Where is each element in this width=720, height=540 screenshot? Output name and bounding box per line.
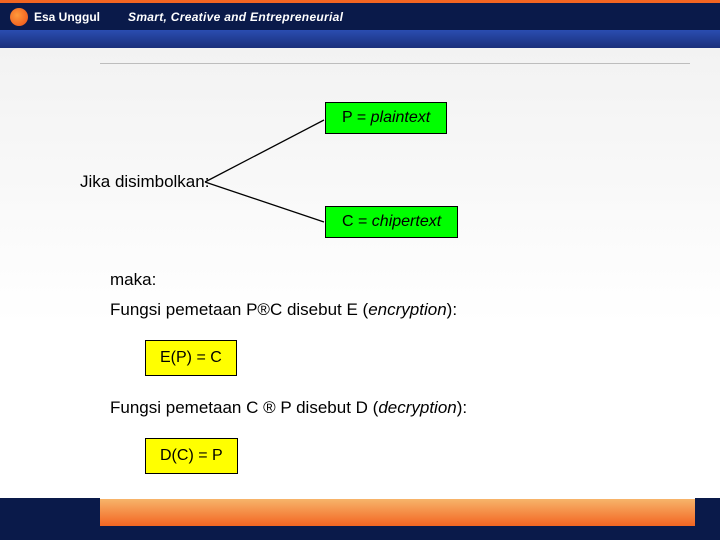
chipertext-prefix: C = — [342, 213, 372, 230]
encryption-post: ): — [447, 300, 457, 319]
logo-icon — [10, 8, 28, 26]
brand-logo: Esa Unggul — [0, 8, 100, 26]
chipertext-em: chipertext — [372, 213, 441, 230]
slide-content: P = plaintext Jika disimbolkan: C = chip… — [80, 90, 680, 460]
box-plaintext: P = plaintext — [325, 102, 447, 134]
line-encryption: Fungsi pemetaan P®C disebut E (encryptio… — [110, 300, 457, 320]
box-decryption-formula: D(C) = P — [145, 438, 238, 474]
footer-accent-bar — [100, 498, 695, 526]
box-encryption-formula: E(P) = C — [145, 340, 237, 376]
decryption-mid: P disebut D ( — [276, 398, 379, 417]
decryption-em: decryption — [378, 398, 456, 417]
arrow-icon: ® — [263, 398, 276, 417]
encryption-em: encryption — [368, 300, 446, 319]
decryption-pre: Fungsi pemetaan C — [110, 398, 263, 417]
divider — [100, 63, 690, 64]
decryption-post: ): — [457, 398, 467, 417]
encryption-mid: C disebut E ( — [270, 300, 368, 319]
line-decryption: Fungsi pemetaan C ® P disebut D (decrypt… — [110, 398, 467, 418]
label-jika: Jika disimbolkan: — [80, 172, 209, 192]
encryption-pre: Fungsi pemetaan P — [110, 300, 257, 319]
tagline: Smart, Creative and Entrepreneurial — [128, 10, 343, 24]
box-chipertext: C = chipertext — [325, 206, 458, 238]
header-accent-bar — [0, 30, 720, 48]
slide-header: Esa Unggul Smart, Creative and Entrepren… — [0, 0, 720, 48]
label-maka: maka: — [110, 270, 156, 290]
brand-name: Esa Unggul — [34, 10, 100, 24]
arrow-icon: ® — [257, 300, 270, 319]
header-bar: Esa Unggul Smart, Creative and Entrepren… — [0, 0, 720, 30]
plaintext-prefix: P = — [342, 109, 371, 126]
plaintext-em: plaintext — [371, 109, 431, 126]
